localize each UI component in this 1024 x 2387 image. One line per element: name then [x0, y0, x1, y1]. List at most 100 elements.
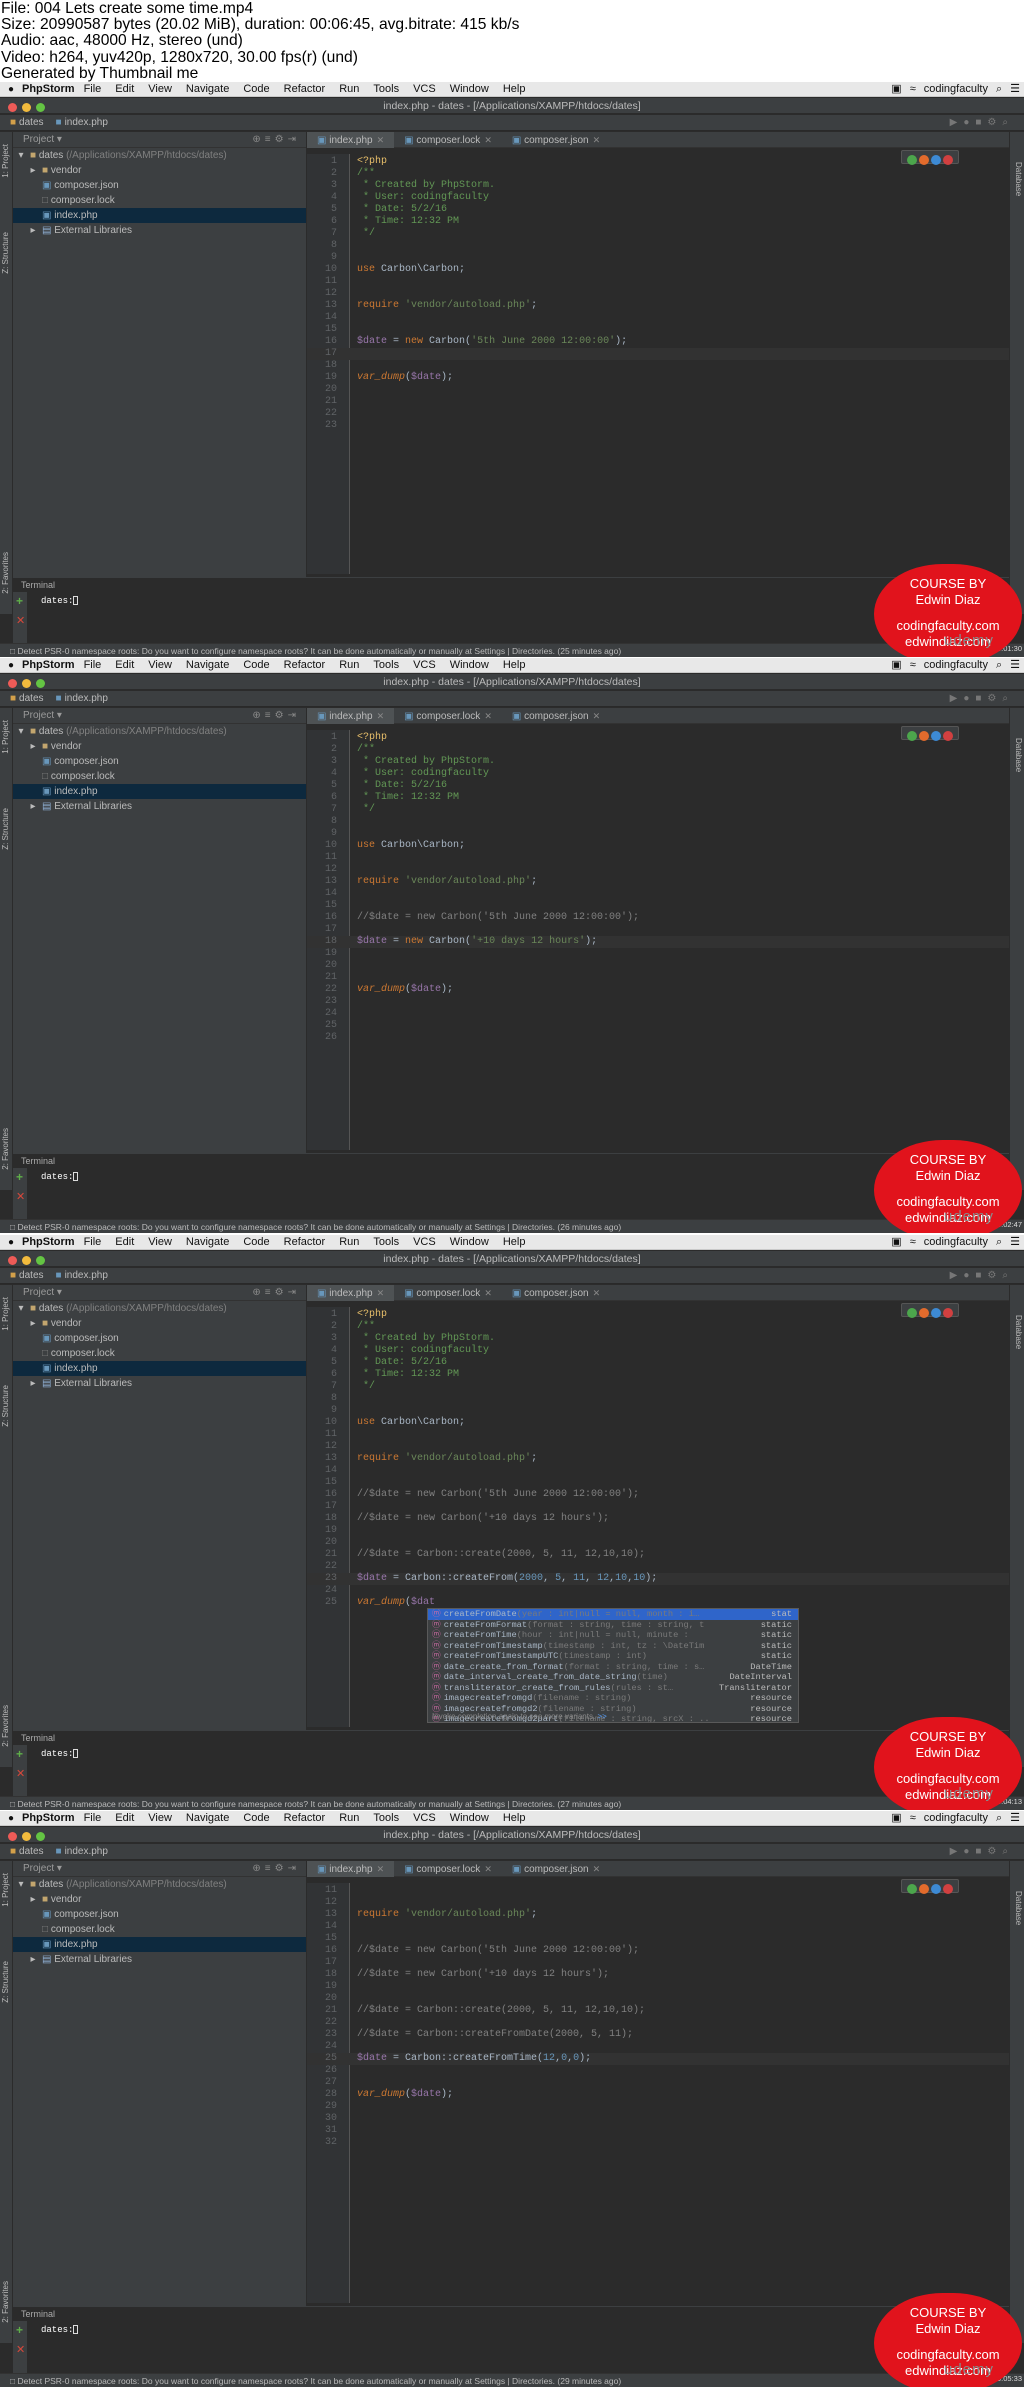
- code-line[interactable]: 5 * Date: 5/2/16: [307, 780, 1009, 792]
- tree-item-composer-json[interactable]: ▣ composer.json: [13, 1331, 306, 1346]
- breadcrumb-dates[interactable]: ■ dates: [10, 1846, 44, 1857]
- menu-file[interactable]: File: [84, 83, 102, 95]
- code-line[interactable]: 29: [307, 2101, 1009, 2113]
- chevron-down-icon[interactable]: ▾: [57, 134, 62, 145]
- menu-tools[interactable]: Tools: [373, 1812, 399, 1824]
- structure-tool-tab[interactable]: Z: Structure: [1, 808, 12, 850]
- code-line[interactable]: 9: [307, 252, 1009, 264]
- apple-icon[interactable]: ●: [0, 1235, 22, 1249]
- close-icon[interactable]: ✕: [377, 135, 385, 145]
- code-lines[interactable]: 1 <?php 2/** 3 * Created by PhpStorm. 4 * Us…: [307, 156, 1009, 432]
- code-line[interactable]: 21: [307, 396, 1009, 408]
- code-line[interactable]: 31: [307, 2125, 1009, 2137]
- more-variants-link[interactable]: >>: [597, 1712, 606, 1721]
- code-line[interactable]: 14: [307, 1921, 1009, 1933]
- menu-tools[interactable]: Tools: [373, 83, 399, 95]
- collapse-icon[interactable]: ≡: [265, 710, 275, 721]
- apple-icon[interactable]: ●: [0, 82, 22, 96]
- code-line[interactable]: 25 $date = Carbon::createFromTime(12,0,0)…: [307, 2053, 1009, 2065]
- close-window-button[interactable]: [8, 1832, 17, 1841]
- database-tool-tab[interactable]: Database: [1012, 738, 1023, 772]
- chevron-right-icon[interactable]: ▸: [27, 1952, 39, 1967]
- stop-icon[interactable]: ■: [975, 1846, 987, 1857]
- code-line[interactable]: 4 * User: codingfaculty: [307, 768, 1009, 780]
- gear-icon[interactable]: ⚙: [275, 710, 288, 721]
- code-line[interactable]: 15: [307, 324, 1009, 336]
- wifi-icon[interactable]: ≈: [910, 659, 916, 671]
- close-icon[interactable]: ✕: [593, 1864, 601, 1874]
- code-line[interactable]: 7 */: [307, 228, 1009, 240]
- menu-help[interactable]: Help: [503, 1236, 526, 1248]
- code-line[interactable]: 11: [307, 852, 1009, 864]
- menu-code[interactable]: Code: [243, 1812, 269, 1824]
- structure-tool-tab[interactable]: Z: Structure: [1, 232, 12, 274]
- tree-item-external-libraries[interactable]: ▸ ▤ External Libraries: [13, 1952, 306, 1967]
- close-window-button[interactable]: [8, 1256, 17, 1265]
- breadcrumb-dates[interactable]: ■ dates: [10, 117, 44, 128]
- editor-tab-composer-json[interactable]: ▣ composer.json ✕: [502, 132, 610, 148]
- search-icon[interactable]: ⌕: [996, 83, 1002, 95]
- menu-edit[interactable]: Edit: [115, 1236, 134, 1248]
- code-line[interactable]: 16//$date = new Carbon('5th June 2000 12…: [307, 912, 1009, 924]
- tree-root-dates[interactable]: ▾ ■ dates (/Applications/XAMPP/htdocs/dat…: [13, 1877, 306, 1892]
- close-icon[interactable]: ✕: [484, 711, 492, 721]
- close-session-icon[interactable]: ✕: [16, 1190, 25, 1203]
- terminal-prompt[interactable]: dates:: [41, 1172, 79, 1182]
- menu-edit[interactable]: Edit: [115, 659, 134, 671]
- code-line[interactable]: 22: [307, 1561, 1009, 1573]
- code-line[interactable]: 3 * Created by PhpStorm.: [307, 1333, 1009, 1345]
- code-line[interactable]: 32: [307, 2137, 1009, 2149]
- new-session-icon[interactable]: +: [16, 1747, 23, 1761]
- chevron-right-icon[interactable]: ▸: [27, 163, 39, 178]
- chevron-down-icon[interactable]: ▾: [15, 1301, 27, 1316]
- tree-item-vendor[interactable]: ▸ ■ vendor: [13, 1316, 306, 1331]
- code-line[interactable]: 9: [307, 1405, 1009, 1417]
- locate-icon[interactable]: ⊕: [252, 134, 264, 145]
- code-lines[interactable]: 1 <?php 2/** 3 * Created by PhpStorm. 4 * Us…: [307, 1309, 1009, 1609]
- close-icon[interactable]: ✕: [593, 1288, 601, 1298]
- run-icon[interactable]: ▶: [950, 693, 964, 704]
- database-tool-tab[interactable]: Database: [1012, 1891, 1023, 1925]
- code-line[interactable]: 21: [307, 972, 1009, 984]
- tree-item-external-libraries[interactable]: ▸ ▤ External Libraries: [13, 799, 306, 814]
- code-line[interactable]: 20: [307, 384, 1009, 396]
- minimize-window-button[interactable]: [22, 1832, 31, 1841]
- hide-icon[interactable]: ⇥: [288, 134, 300, 145]
- code-line[interactable]: 24: [307, 1008, 1009, 1020]
- code-line[interactable]: 17: [307, 1501, 1009, 1513]
- list-icon[interactable]: ☰: [1010, 1812, 1020, 1824]
- menu-navigate[interactable]: Navigate: [186, 83, 229, 95]
- code-line[interactable]: 20: [307, 1993, 1009, 2005]
- code-line[interactable]: 6 * Time: 12:32 PM: [307, 1369, 1009, 1381]
- status-message-icon[interactable]: □: [10, 2376, 15, 2386]
- tree-item-index-php[interactable]: ▣ index.php: [13, 784, 306, 799]
- gear-icon[interactable]: ⚙: [275, 1863, 288, 1874]
- display-icon[interactable]: ▣: [891, 1236, 901, 1248]
- code-line[interactable]: 12: [307, 1441, 1009, 1453]
- autocomplete-item[interactable]: ⓜ createFromDate(year : int|null = null, …: [428, 1609, 798, 1620]
- debug-icon[interactable]: ●: [963, 1846, 975, 1857]
- code-line[interactable]: 6 * Time: 12:32 PM: [307, 792, 1009, 804]
- gear-icon[interactable]: ⚙: [275, 1287, 288, 1298]
- close-icon[interactable]: ✕: [377, 1288, 385, 1298]
- code-line[interactable]: 22: [307, 408, 1009, 420]
- locate-icon[interactable]: ⊕: [252, 710, 264, 721]
- editor-tab-composer-lock[interactable]: ▣ composer.lock ✕: [394, 708, 502, 724]
- menu-help[interactable]: Help: [503, 1812, 526, 1824]
- code-line[interactable]: 13 require 'vendor/autoload.php';: [307, 1909, 1009, 1921]
- autocomplete-item[interactable]: ⓜ transliterator_create_from_rules(rules …: [428, 1683, 798, 1694]
- chevron-down-icon[interactable]: ▾: [15, 148, 27, 163]
- locate-icon[interactable]: ⊕: [252, 1287, 264, 1298]
- user-name[interactable]: codingfaculty: [924, 83, 988, 95]
- menu-view[interactable]: View: [148, 83, 172, 95]
- code-line[interactable]: 12: [307, 288, 1009, 300]
- status-message[interactable]: Detect PSR-0 namespace roots: Do you wan…: [18, 1799, 556, 1809]
- code-line[interactable]: 9: [307, 828, 1009, 840]
- app-name[interactable]: PhpStorm: [22, 1812, 75, 1824]
- breadcrumb-index[interactable]: ■ index.php: [56, 117, 108, 128]
- menu-run[interactable]: Run: [339, 83, 359, 95]
- collapse-icon[interactable]: ≡: [265, 1287, 275, 1298]
- database-tool-tab[interactable]: Database: [1012, 162, 1023, 196]
- breadcrumb-index[interactable]: ■ index.php: [56, 1846, 108, 1857]
- status-message-icon[interactable]: □: [10, 1799, 15, 1809]
